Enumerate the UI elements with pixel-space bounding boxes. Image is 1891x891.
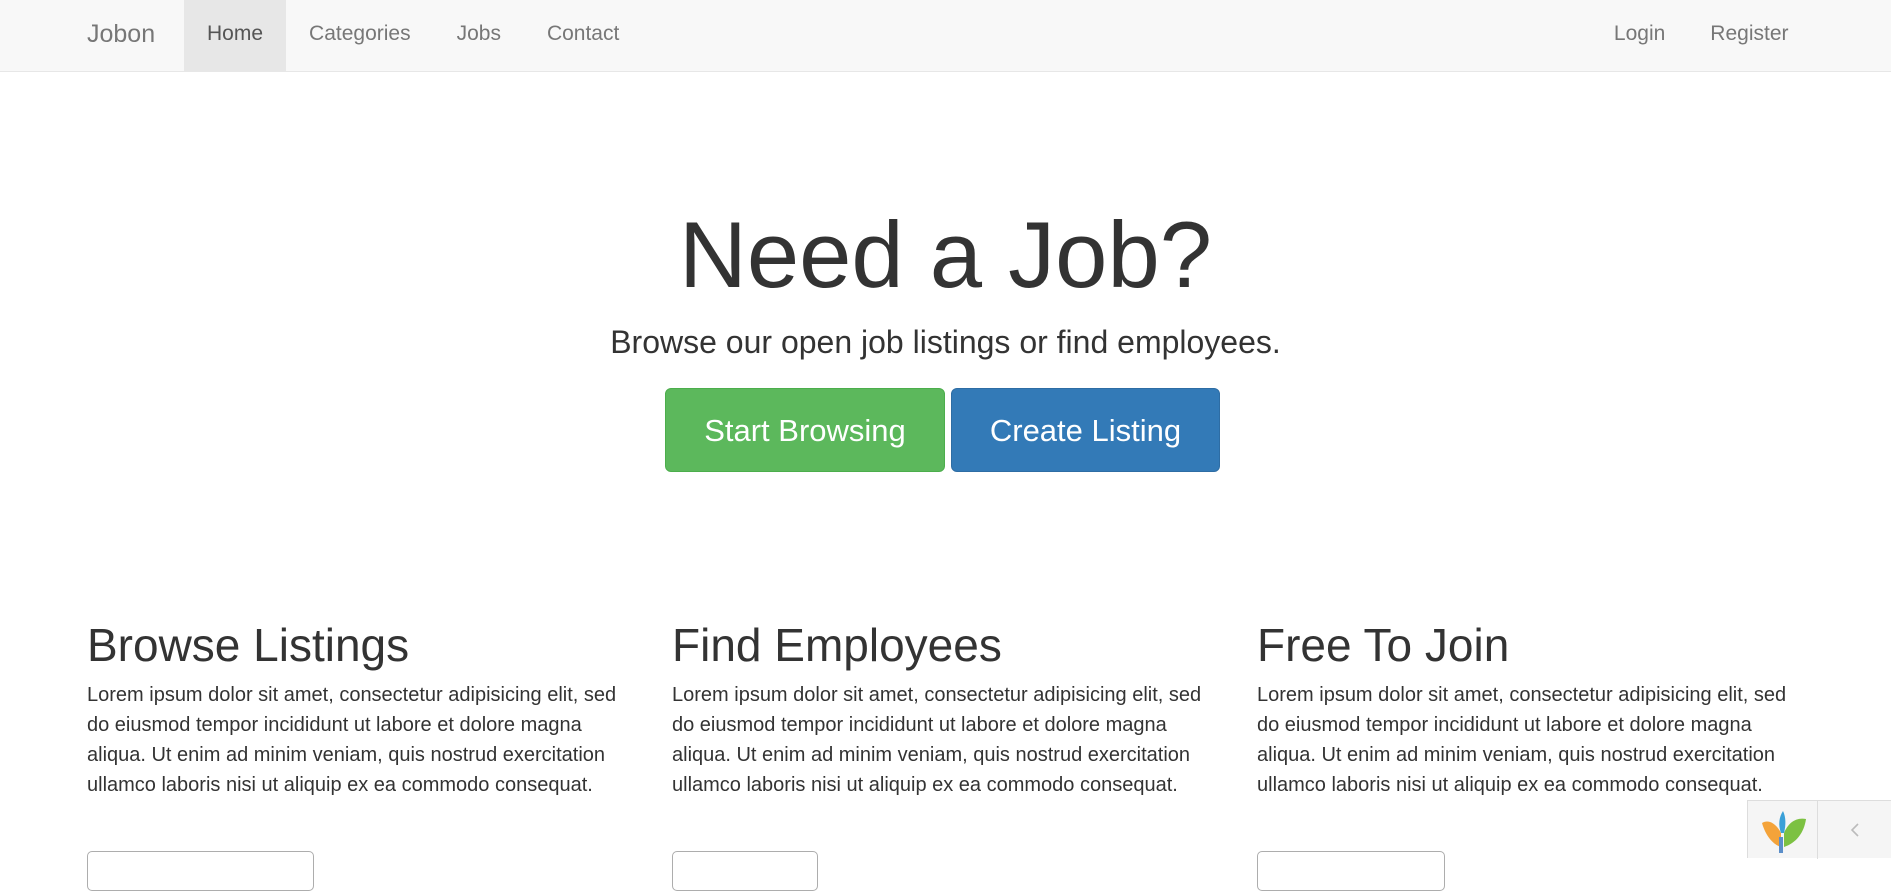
feature-browse-listings: Browse Listings Lorem ipsum dolor sit am… bbox=[87, 610, 632, 891]
feature-title: Find Employees bbox=[672, 619, 1002, 671]
nav-item-contact[interactable]: Contact bbox=[524, 0, 642, 71]
feature-find-employees: Find Employees Lorem ipsum dolor sit ame… bbox=[672, 610, 1217, 891]
feature-more-button[interactable] bbox=[1257, 851, 1445, 891]
chevron-left-icon[interactable] bbox=[1818, 801, 1891, 859]
nav-right-menu: Login Register bbox=[1591, 0, 1811, 71]
create-listing-button[interactable]: Create Listing bbox=[951, 388, 1220, 472]
navbar: Jobon Home Categories Jobs Contact Login… bbox=[0, 0, 1891, 72]
feature-text: Lorem ipsum dolor sit amet, consectetur … bbox=[1257, 684, 1787, 796]
feature-free-to-join: Free To Join Lorem ipsum dolor sit amet,… bbox=[1257, 610, 1802, 891]
nav-item-register[interactable]: Register bbox=[1688, 0, 1811, 71]
feature-title: Free To Join bbox=[1257, 619, 1510, 671]
hero-title: Need a Job? bbox=[678, 202, 1213, 307]
yii-logo-icon[interactable] bbox=[1748, 801, 1818, 859]
nav-item-jobs[interactable]: Jobs bbox=[434, 0, 524, 71]
nav-left-menu: Home Categories Jobs Contact bbox=[184, 0, 642, 71]
brand-link[interactable]: Jobon bbox=[87, 0, 155, 71]
nav-item-login[interactable]: Login bbox=[1591, 0, 1687, 71]
debug-toolbar bbox=[1747, 800, 1891, 859]
feature-text: Lorem ipsum dolor sit amet, consectetur … bbox=[672, 684, 1202, 796]
nav-item-categories[interactable]: Categories bbox=[286, 0, 434, 71]
feature-more-button[interactable] bbox=[672, 851, 818, 891]
feature-text: Lorem ipsum dolor sit amet, consectetur … bbox=[87, 684, 617, 796]
nav-item-home[interactable]: Home bbox=[184, 0, 287, 71]
hero-subtitle: Browse our open job listings or find emp… bbox=[610, 324, 1281, 360]
start-browsing-button[interactable]: Start Browsing bbox=[665, 388, 945, 472]
feature-more-button[interactable] bbox=[87, 851, 314, 891]
feature-title: Browse Listings bbox=[87, 619, 410, 671]
